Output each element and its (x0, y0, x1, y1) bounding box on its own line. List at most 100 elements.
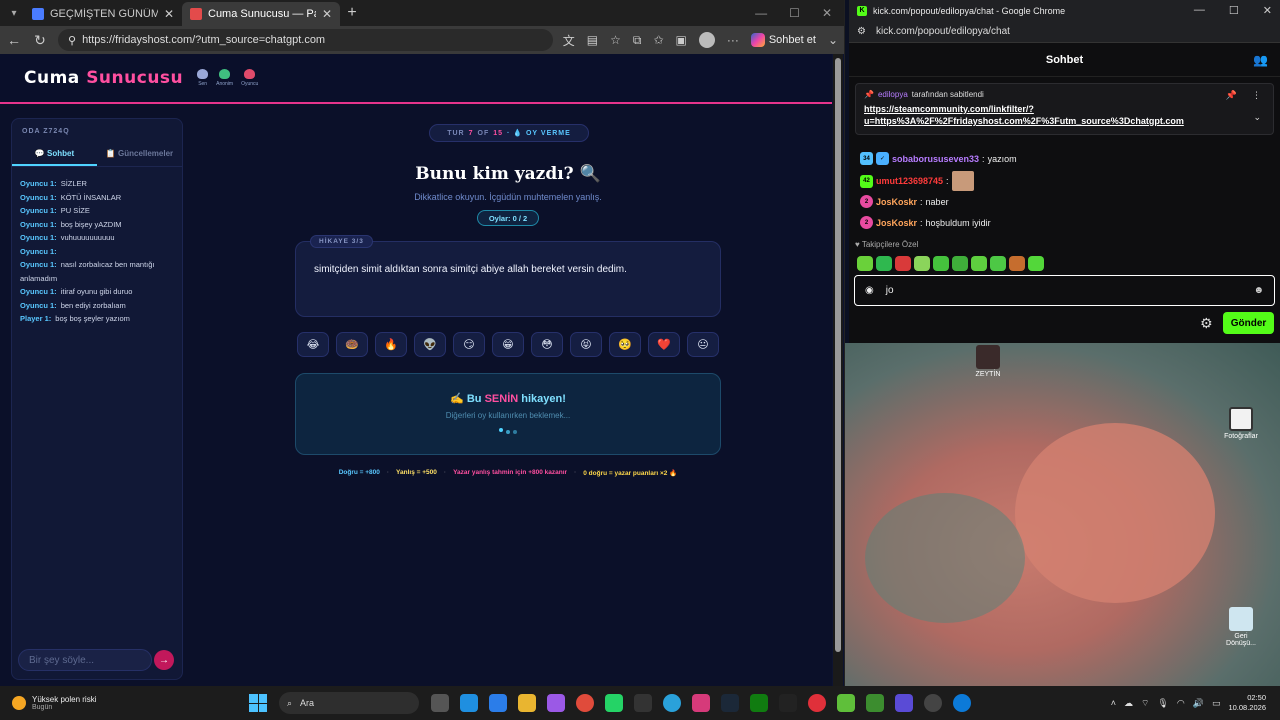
reaction-smirk-button[interactable]: 😏 (453, 332, 485, 357)
reaction-pleading-button[interactable]: 🥺 (609, 332, 641, 357)
emote-icon[interactable] (1028, 256, 1044, 271)
reaction-neutral-button[interactable]: 😐 (687, 332, 719, 357)
tab-guncellemeler[interactable]: 📋 Güncellemeler (97, 143, 182, 166)
wifi-icon[interactable]: ◠ (1177, 698, 1185, 709)
reaction-donut-button[interactable]: 🍩 (336, 332, 368, 357)
send-button[interactable]: Gönder (1223, 312, 1274, 334)
gear-icon[interactable]: ⚙ (1200, 315, 1213, 332)
favorites-list-icon[interactable]: ✩ (653, 33, 663, 47)
site-info-icon[interactable]: ⚲ (68, 34, 76, 47)
translate-icon[interactable]: 文 (563, 32, 575, 49)
minecraft-launcher-icon[interactable] (866, 694, 884, 712)
tab-gecmisten[interactable]: GEÇMİŞTEN GÜNÜMÜZE TOPUKLU ✕ (24, 2, 182, 26)
chat-nick[interactable]: JosKoskr (876, 197, 917, 207)
minecraft-icon[interactable] (837, 694, 855, 712)
reload-icon[interactable]: ↻ (32, 32, 48, 49)
extensions-icon[interactable]: ⧉ (633, 33, 642, 48)
battery-icon[interactable]: ▭ (1212, 698, 1221, 709)
emoji-icon[interactable]: ☻ (1253, 285, 1264, 296)
emote-icon[interactable] (895, 256, 911, 271)
profile-avatar[interactable] (698, 32, 715, 48)
copilot-app-icon[interactable] (547, 694, 565, 712)
favorite-icon[interactable]: ☆ (610, 33, 621, 47)
reaction-grin-button[interactable]: 😁 (492, 332, 524, 357)
tray-chevron-icon[interactable]: ˄ (1111, 698, 1116, 708)
store-icon[interactable] (489, 694, 507, 712)
tab-cuma-sunucusu[interactable]: Cuma Sunucusu — Parti Oyunu ✕ (182, 2, 340, 26)
chat-message-input[interactable]: ◉ jo ☻ (854, 275, 1275, 306)
reaction-fire-button[interactable]: 🔥 (375, 332, 407, 357)
clock[interactable]: 02:50 10.08.2026 (1228, 693, 1266, 713)
more-icon[interactable]: ··· (727, 33, 739, 47)
tab-sohbet[interactable]: 💬 Sohbet (12, 143, 97, 166)
chrome-icon[interactable] (576, 694, 594, 712)
edge-icon[interactable] (953, 694, 971, 712)
chat-nick[interactable]: JosKoskr (876, 218, 917, 228)
desktop-icon-recycle-bin[interactable]: Geri Dönüşü... (1219, 607, 1263, 647)
teams-icon[interactable] (895, 694, 913, 712)
media-player-icon[interactable] (808, 694, 826, 712)
close-window-icon[interactable]: ✕ (1263, 4, 1272, 17)
chevron-down-icon[interactable]: ⌄ (1253, 112, 1261, 123)
volume-icon[interactable]: 🔊 (1193, 698, 1204, 709)
onedrive-icon[interactable]: ☁ (1124, 698, 1133, 709)
site-logo[interactable]: Cuma Sunucusu (24, 68, 183, 88)
steam-icon[interactable] (721, 694, 739, 712)
users-icon[interactable]: 👥 (1253, 53, 1268, 67)
emote-icon[interactable] (857, 256, 873, 271)
back-icon[interactable]: ← (6, 32, 22, 48)
minimize-icon[interactable]: — (1194, 4, 1205, 17)
unpin-icon[interactable]: 📌 (1226, 90, 1237, 101)
reaction-laugh-button[interactable]: 😂 (297, 332, 329, 357)
close-window-icon[interactable]: ✕ (822, 6, 832, 20)
site-info-icon[interactable]: ⚙ (857, 26, 866, 37)
pinned-menu-icon[interactable]: ⋮ (1252, 90, 1261, 101)
new-tab-button[interactable]: + (340, 4, 364, 22)
chat-url-bar[interactable]: ⚙ kick.com/popout/edilopya/chat (849, 21, 1280, 43)
emote-icon[interactable] (990, 256, 1006, 271)
app-icon[interactable] (692, 694, 710, 712)
minimize-icon[interactable]: — (755, 6, 767, 20)
desktop-icon-zeytin[interactable]: ZEYTİN (966, 345, 1010, 378)
taskbar-search[interactable]: ⌕ Ara (279, 692, 419, 714)
chat-nick[interactable]: sobaborususeven33 (892, 154, 979, 164)
reaction-heart-button[interactable]: ❤️ (648, 332, 680, 357)
sidebar-toggle-icon[interactable]: ⌄ (828, 33, 838, 47)
start-button[interactable] (249, 694, 267, 712)
pinned-message[interactable]: 📌 edilopya tarafından sabitlendi https:/… (855, 83, 1274, 135)
copilot-button[interactable]: Sohbet et (750, 33, 816, 47)
task-view-icon[interactable] (431, 694, 449, 712)
maximize-icon[interactable]: ☐ (789, 6, 800, 20)
address-bar[interactable]: ⚲ https://fridayshost.com/?utm_source=ch… (58, 29, 553, 51)
close-tab-icon[interactable]: ✕ (322, 7, 332, 21)
emote-icon[interactable] (1009, 256, 1025, 271)
telegram-icon[interactable] (663, 694, 681, 712)
emote-icon[interactable] (933, 256, 949, 271)
reaction-alien-button[interactable]: 👽 (414, 332, 446, 357)
scrollbar-thumb[interactable] (835, 58, 841, 652)
xbox-icon[interactable] (750, 694, 768, 712)
pinned-link[interactable]: https://steamcommunity.com/linkfilter/?u… (864, 103, 1265, 127)
chat-nick[interactable]: umut123698745 (876, 176, 943, 186)
github-icon[interactable] (924, 694, 942, 712)
weather-widget[interactable]: Yüksek polen riski Bugün (0, 695, 240, 711)
sidebar-chat-input[interactable]: Bir şey söyle... (18, 649, 152, 671)
emote-icon[interactable] (914, 256, 930, 271)
tab-search-icon[interactable]: ▾ (4, 3, 24, 23)
mic-icon[interactable]: 🎙 (1157, 698, 1168, 709)
reaction-tongue-button[interactable]: 😝 (570, 332, 602, 357)
sidebar-send-button[interactable]: → (154, 650, 174, 670)
epic-games-icon[interactable] (779, 694, 797, 712)
emote-icon[interactable] (971, 256, 987, 271)
emote-icon[interactable] (952, 256, 968, 271)
close-tab-icon[interactable]: ✕ (164, 7, 174, 21)
collections-icon[interactable]: ▣ (676, 33, 687, 47)
file-explorer-icon[interactable] (518, 694, 536, 712)
desktop-icon-photos[interactable]: Fotoğraflar (1219, 407, 1263, 440)
network-icon[interactable]: ⌔ (1141, 698, 1149, 709)
reaction-flushed-button[interactable]: 😳 (531, 332, 563, 357)
emote-icon[interactable] (876, 256, 892, 271)
page-scrollbar[interactable] (833, 54, 843, 686)
whatsapp-icon[interactable] (605, 694, 623, 712)
chatgpt-icon[interactable] (634, 694, 652, 712)
